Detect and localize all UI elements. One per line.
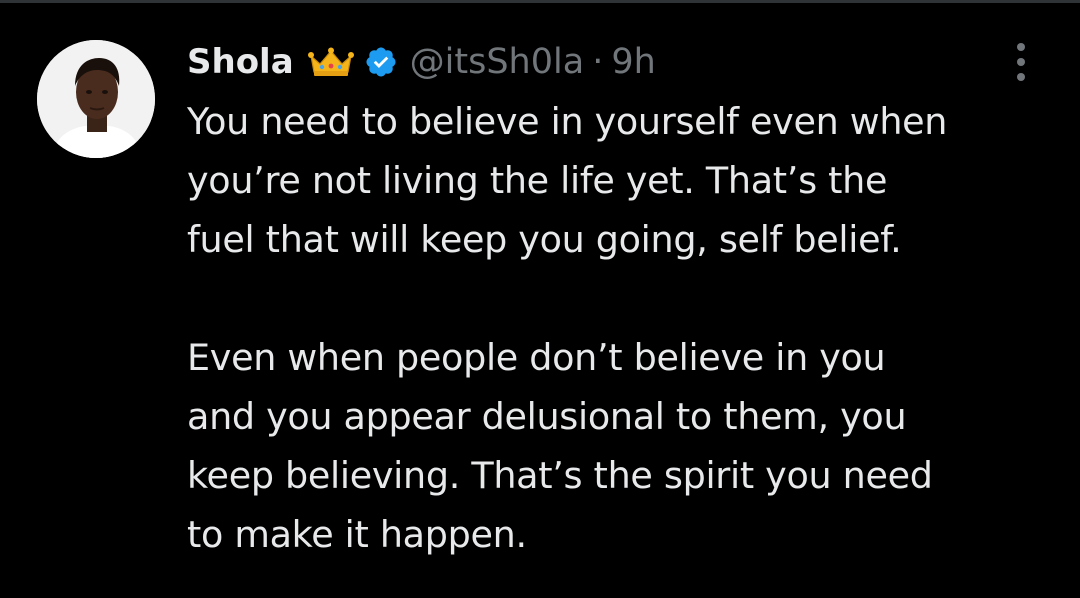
timestamp[interactable]: 9h xyxy=(611,42,655,82)
verified-check-icon[interactable] xyxy=(364,45,398,79)
tweet-text-line: Even when people don’t believe in you xyxy=(187,336,886,379)
tweet-text: You need to believe in yourself even whe… xyxy=(187,92,1067,564)
author-handle[interactable]: @itsSh0la xyxy=(410,42,585,82)
tweet-text-line: You need to believe in yourself even whe… xyxy=(187,100,948,143)
crown-icon xyxy=(307,47,354,77)
tweet-text-line: fuel that will keep you going, self beli… xyxy=(187,218,902,261)
more-vertical-icon-dot xyxy=(1017,58,1025,66)
avatar[interactable] xyxy=(37,40,155,158)
avatar-image xyxy=(37,40,155,158)
more-vertical-icon xyxy=(1017,43,1025,51)
tweet-header: Shola @itsSh0la · 9h xyxy=(187,38,656,86)
top-divider xyxy=(0,0,1080,3)
more-options-button[interactable] xyxy=(1004,40,1038,84)
tweet-text-line: you’re not living the life yet. That’s t… xyxy=(187,159,888,202)
display-name[interactable]: Shola xyxy=(187,42,294,82)
more-vertical-icon-dot xyxy=(1017,73,1025,81)
tweet-text-line: to make it happen. xyxy=(187,513,527,556)
paragraph-break xyxy=(187,269,1067,328)
separator-dot: · xyxy=(592,42,604,82)
tweet-text-line: keep believing. That’s the spirit you ne… xyxy=(187,454,933,497)
tweet-text-line: and you appear delusional to them, you xyxy=(187,395,907,438)
